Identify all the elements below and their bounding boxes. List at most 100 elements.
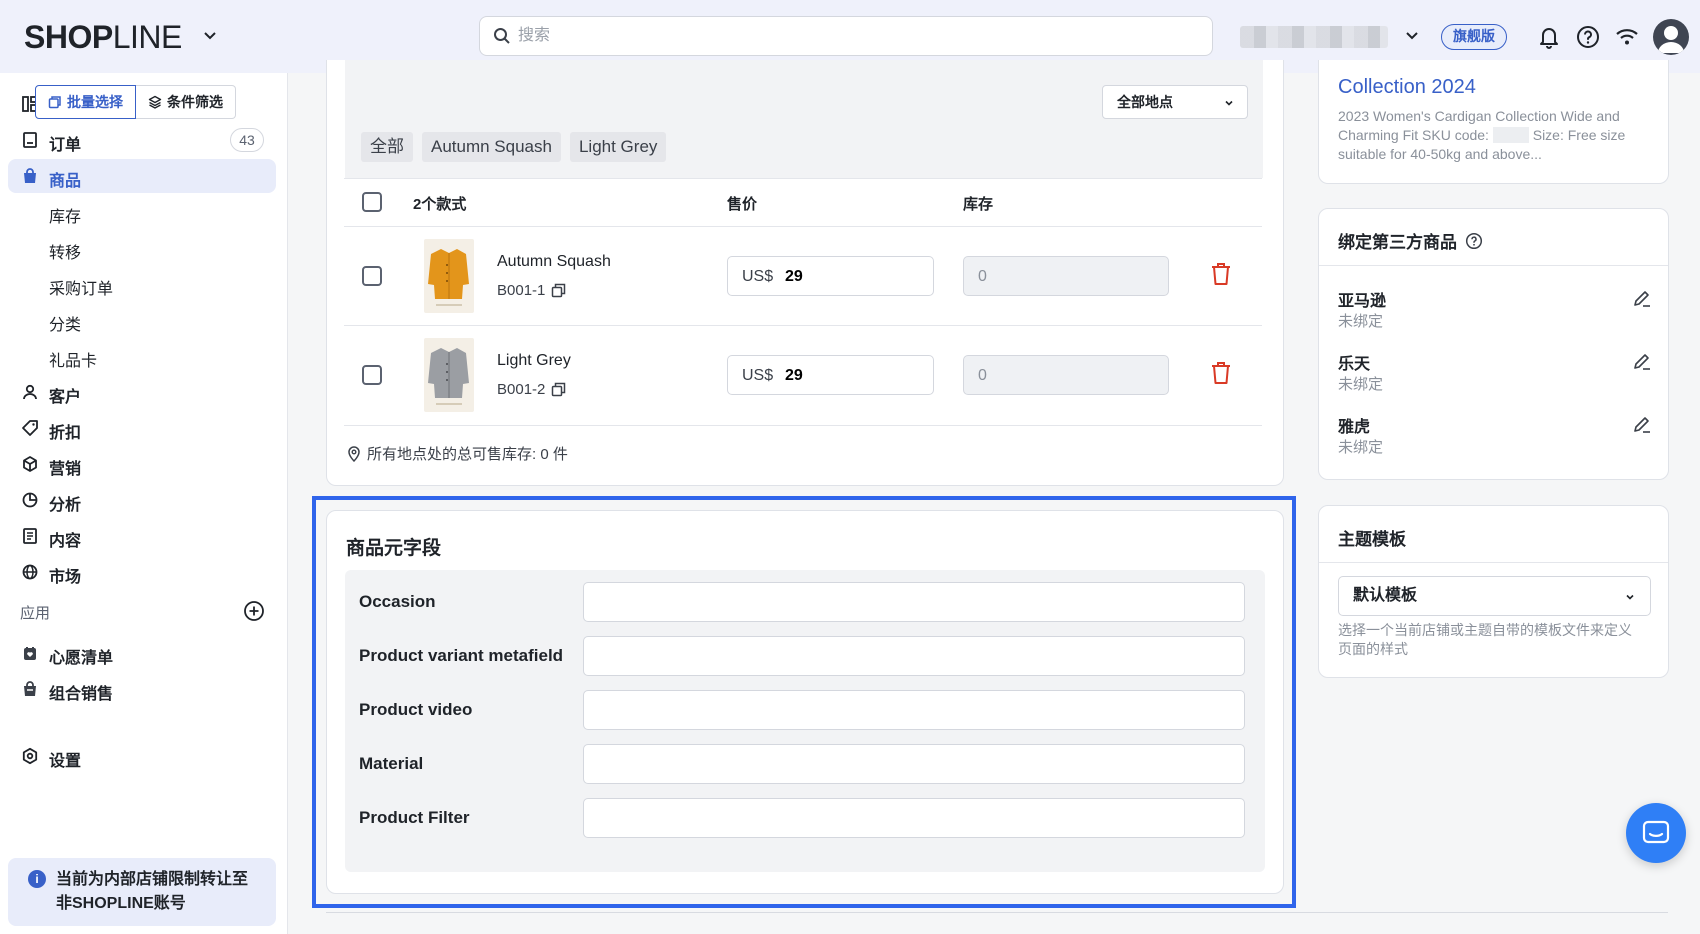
price-field[interactable]: US$: [727, 256, 934, 296]
metafield-input-product-filter[interactable]: [583, 798, 1245, 838]
sidebar-item-label: 折扣: [49, 425, 82, 442]
sidebar-item-markets[interactable]: 市场: [8, 555, 276, 589]
currency-prefix: US$: [742, 367, 774, 384]
metafield-input-material[interactable]: [583, 744, 1245, 784]
sidebar-item-wishlist[interactable]: 心愿清单: [8, 636, 276, 670]
table-divider: [344, 425, 1262, 426]
select-all-checkbox[interactable]: [362, 192, 382, 212]
sidebar-item-analytics[interactable]: 分析: [8, 483, 276, 517]
option-chip[interactable]: Autumn Squash: [422, 132, 561, 162]
column-header-stock: 库存: [963, 196, 994, 213]
variant-sku: B001-1: [497, 282, 566, 299]
sidebar-item-settings[interactable]: 设置: [8, 739, 276, 773]
edit-icon[interactable]: [1632, 288, 1652, 308]
add-circle-icon[interactable]: [243, 600, 265, 622]
stock-input[interactable]: [978, 266, 1138, 288]
info-icon: i: [28, 870, 46, 888]
stock-input[interactable]: [978, 365, 1138, 387]
variant-thumbnail[interactable]: [424, 338, 474, 412]
metafield-input-product-video[interactable]: [583, 690, 1245, 730]
chevron-down-icon[interactable]: [1402, 26, 1422, 46]
doc-icon: [23, 528, 37, 544]
variant-name: Autumn Squash: [497, 253, 611, 270]
edit-icon[interactable]: [1632, 414, 1652, 434]
bag-icon: [24, 168, 36, 183]
search-input[interactable]: [518, 25, 1198, 47]
variant-option-chips: 全部 Autumn Squash Light Grey: [361, 132, 667, 162]
metafield-input-product-variant[interactable]: [583, 636, 1245, 676]
sidebar-item-orders[interactable]: 订单 43: [8, 123, 276, 157]
store-name-redacted[interactable]: [1240, 26, 1388, 48]
theme-hint: 选择一个当前店铺或主题自带的模板文件来定义页面的样式: [1338, 622, 1632, 657]
copy-icon: [48, 96, 61, 109]
trash-icon[interactable]: [1210, 262, 1232, 286]
cube-icon: [23, 456, 37, 472]
search-icon: [494, 28, 510, 44]
metafield-label: Occasion: [359, 592, 436, 611]
location-select[interactable]: 全部地点: [1102, 85, 1248, 119]
gear-icon: [22, 747, 38, 765]
sidebar-item-label: 心愿清单: [49, 650, 114, 667]
sidebar-item-purchase-orders[interactable]: 采购订单: [8, 267, 276, 301]
help-icon[interactable]: [1465, 232, 1483, 250]
theme-template-select[interactable]: 默认模板: [1338, 576, 1651, 616]
sidebar-item-transfers[interactable]: 转移: [8, 231, 276, 265]
variant-toolbar: 批量选择 条件筛选: [35, 85, 236, 119]
shopline-logo[interactable]: SHOPLINE: [24, 19, 182, 56]
sidebar-item-customers[interactable]: 客户: [8, 375, 276, 409]
sidebar-item-products[interactable]: 商品: [8, 159, 276, 193]
price-input[interactable]: [785, 365, 905, 387]
collection-title-link[interactable]: Collection 2024: [1338, 76, 1476, 99]
sidebar-item-bundles[interactable]: 组合销售: [8, 672, 276, 706]
search-box[interactable]: [479, 16, 1213, 56]
trash-icon[interactable]: [1210, 361, 1232, 385]
card-divider: [1319, 265, 1668, 266]
option-chip[interactable]: 全部: [361, 132, 413, 162]
sidebar-item-gift-cards[interactable]: 礼品卡: [8, 339, 276, 373]
location-pin-icon: [348, 445, 360, 462]
sidebar-item-discounts[interactable]: 折扣: [8, 411, 276, 445]
metafield-label: Product Filter: [359, 808, 470, 827]
filter-button[interactable]: 条件筛选: [136, 85, 236, 119]
metafield-label: Product variant metafield: [359, 646, 564, 665]
layers-icon: [148, 95, 162, 109]
variant-thumbnail[interactable]: [424, 239, 474, 313]
row-checkbox[interactable]: [362, 365, 382, 385]
tag-icon: [22, 420, 38, 436]
sidebar-item-label: 订单: [49, 137, 82, 154]
sidebar-item-label: 内容: [49, 533, 82, 550]
price-field[interactable]: US$: [727, 355, 934, 395]
metafield-label: Product video: [359, 700, 473, 719]
option-chip[interactable]: Light Grey: [569, 132, 667, 162]
sidebar-item-inventory[interactable]: 库存: [8, 195, 276, 229]
sidebar-item-label: 市场: [49, 569, 82, 586]
copy-icon[interactable]: [551, 382, 566, 397]
chevron-down-icon[interactable]: [200, 26, 220, 46]
transfer-restriction-notice: i 当前为内部店铺限制转让至非SHOPLINE账号: [8, 858, 276, 926]
person-icon: [23, 384, 37, 400]
sidebar-item-categories[interactable]: 分类: [8, 303, 276, 337]
copy-icon[interactable]: [551, 283, 566, 298]
metafield-input-occasion[interactable]: [583, 582, 1245, 622]
binding-card-header: 绑定第三方商品: [1338, 228, 1483, 253]
sku-code-redacted: [1492, 127, 1529, 143]
table-divider: [344, 226, 1262, 227]
edit-icon[interactable]: [1632, 351, 1652, 371]
sidebar-item-label: 采购订单: [49, 281, 114, 298]
sidebar-item-label: 库存: [49, 209, 82, 226]
price-input[interactable]: [785, 266, 905, 288]
bell-icon[interactable]: [1536, 24, 1562, 50]
stock-field[interactable]: [963, 355, 1169, 395]
stock-field[interactable]: [963, 256, 1169, 296]
help-icon[interactable]: [1575, 24, 1601, 50]
bulk-select-button[interactable]: 批量选择: [35, 85, 136, 119]
plan-badge: 旗舰版: [1441, 24, 1507, 50]
sidebar-item-content[interactable]: 内容: [8, 519, 276, 553]
wifi-icon[interactable]: [1614, 24, 1640, 50]
sidebar-item-marketing[interactable]: 营销: [8, 447, 276, 481]
row-checkbox[interactable]: [362, 266, 382, 286]
globe-icon: [22, 564, 38, 580]
avatar[interactable]: [1653, 19, 1689, 55]
bundle-icon: [24, 681, 36, 696]
chat-button[interactable]: [1626, 803, 1686, 863]
